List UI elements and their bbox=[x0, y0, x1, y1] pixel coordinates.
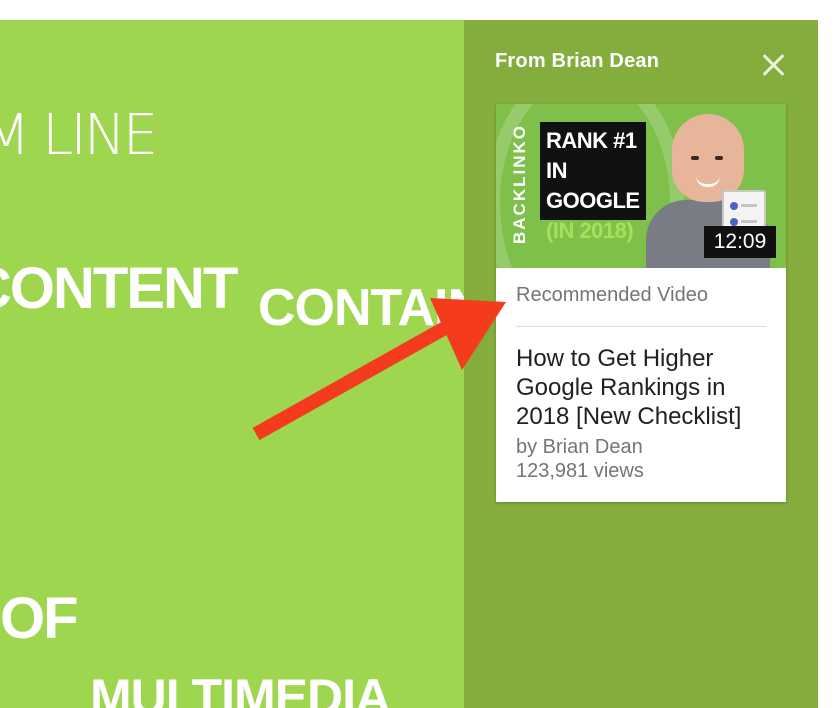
video-thumbnail[interactable]: BACKLINKO RANK #1 IN GOOGLE (IN 2018) 12… bbox=[496, 104, 786, 268]
check-icon bbox=[730, 202, 738, 210]
divider bbox=[516, 326, 766, 327]
endscreen-panel: From Brian Dean BACKLINKO RANK #1 IN GOO… bbox=[464, 20, 818, 708]
checklist-line bbox=[741, 220, 757, 223]
panel-title: From Brian Dean bbox=[495, 50, 660, 72]
presenter-eye bbox=[691, 156, 699, 160]
close-icon[interactable] bbox=[758, 50, 788, 80]
recommended-video-card[interactable]: BACKLINKO RANK #1 IN GOOGLE (IN 2018) 12… bbox=[496, 104, 786, 502]
video-title-link[interactable]: How to Get Higher Google Rankings in 201… bbox=[516, 344, 778, 431]
video-author: by Brian Dean bbox=[516, 436, 643, 458]
right-margin bbox=[818, 20, 838, 708]
headline-line: IN GOOGLE bbox=[546, 158, 640, 213]
headline-line: RANK #1 bbox=[546, 128, 637, 153]
presenter-face bbox=[672, 114, 744, 202]
headline-line: (IN 2018) bbox=[546, 218, 634, 243]
presenter-eye bbox=[715, 156, 723, 160]
thumbnail-headline: RANK #1 IN GOOGLE (IN 2018) bbox=[540, 122, 646, 243]
view-count: 123,981 views bbox=[516, 460, 644, 482]
video-text-fragment: CONTENT bbox=[0, 256, 238, 321]
check-icon bbox=[730, 218, 738, 226]
top-margin bbox=[0, 0, 838, 20]
checklist-line bbox=[741, 204, 757, 207]
thumbnail-brand: BACKLINKO bbox=[510, 124, 529, 244]
video-text-fragment: CONTAIN bbox=[258, 279, 464, 337]
duration-badge: 12:09 bbox=[704, 226, 776, 258]
recommended-label: Recommended Video bbox=[516, 284, 708, 306]
video-text-fragment: M LINE bbox=[0, 103, 158, 168]
video-text-fragment: OF bbox=[0, 586, 79, 651]
video-text-fragment: MULTIMEDIA bbox=[90, 669, 391, 708]
video-player[interactable]: M LINE CONTENT CONTAIN OF MULTIMEDIA bbox=[0, 20, 464, 708]
